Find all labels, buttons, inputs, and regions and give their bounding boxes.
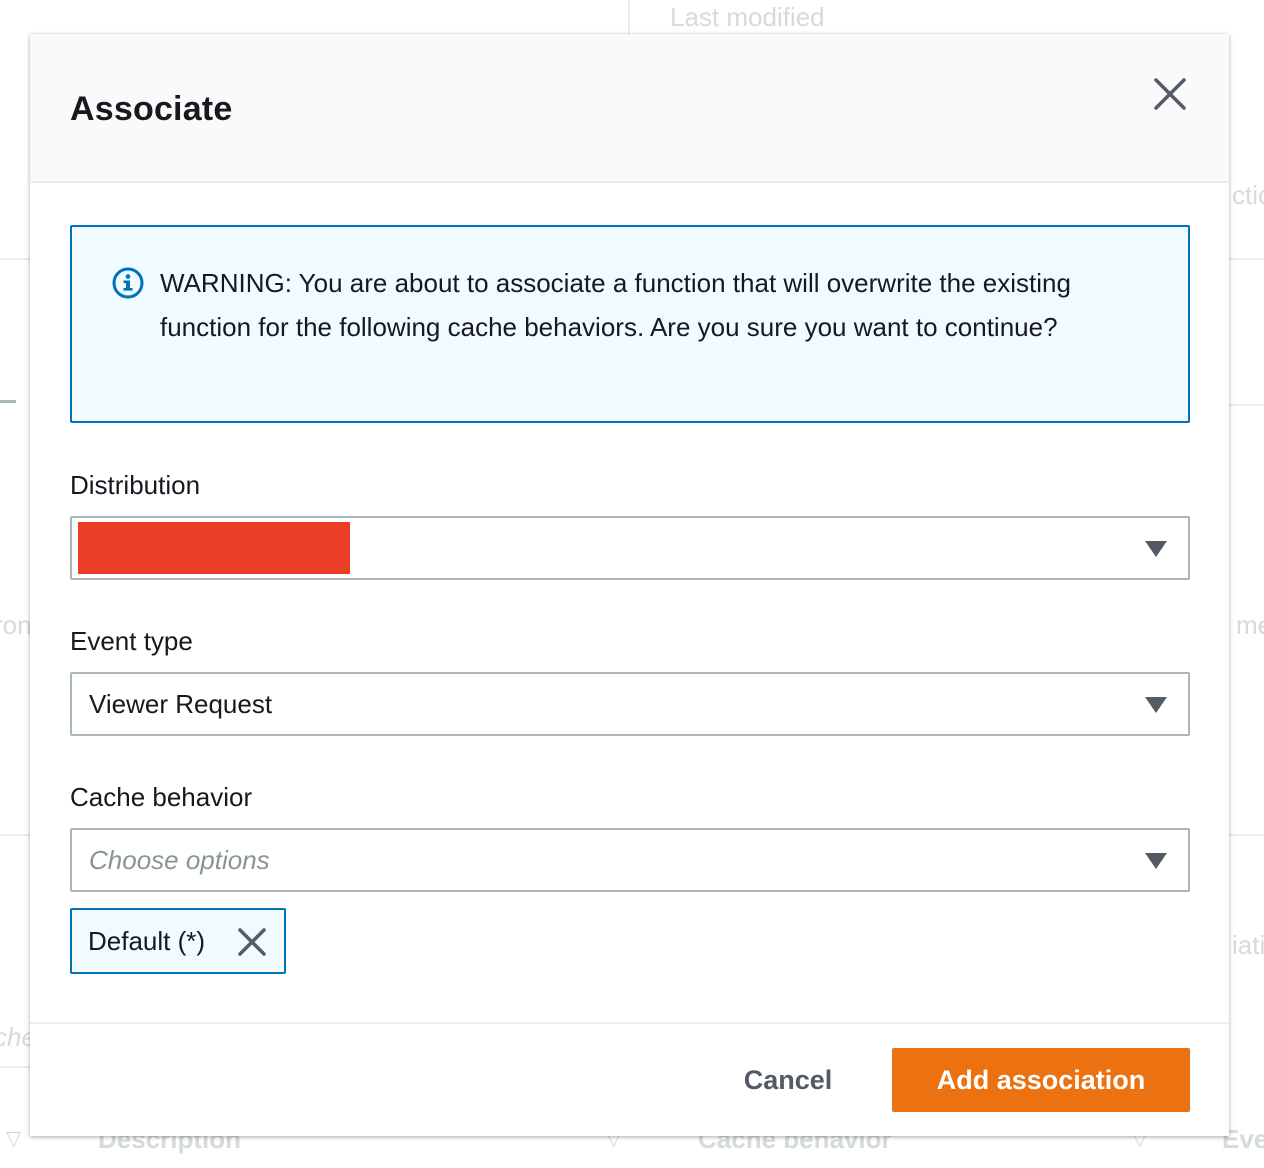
cache-behavior-label: Cache behavior [70,782,253,812]
background-divider [1229,404,1264,406]
warning-alert: WARNING: You are about to associate a fu… [70,225,1190,423]
cache-behavior-multiselect[interactable]: Choose options [70,828,1190,892]
cache-behavior-placeholder: Choose options [89,845,270,875]
event-type-select[interactable]: Viewer Request [70,672,1190,736]
modal-header: Associate [30,34,1229,183]
background-divider [0,834,30,836]
caret-down-icon [1145,853,1167,869]
alert-message: WARNING: You are about to associate a fu… [160,268,1071,342]
distribution-label: Distribution [70,470,201,500]
close-button[interactable] [1152,76,1188,112]
caret-down-icon [1145,697,1167,713]
event-type-value: Viewer Request [89,689,273,719]
event-type-label: Event type [70,626,193,656]
background-fragment: ron [0,610,32,640]
selected-token-default: Default (*) [70,908,286,974]
info-icon [112,267,144,299]
background-column-last-modified: Last modified [670,2,825,32]
close-icon [238,928,266,956]
associate-modal: Associate WARNING: You are about to asso… [30,34,1229,1136]
distribution-select[interactable] [70,516,1190,580]
background-divider [628,0,630,34]
cancel-button[interactable]: Cancel [718,1048,858,1112]
close-icon [1154,78,1186,110]
remove-token-button[interactable] [236,926,268,958]
background-divider [0,258,30,260]
background-fragment: ctio [1232,180,1264,210]
caret-down-icon [1145,541,1167,557]
modal-footer: Cancel Add association [30,1022,1229,1136]
background-fragment: iati [1232,930,1264,960]
modal-title: Associate [70,90,233,128]
background-tab-indicator [0,400,16,403]
add-association-button[interactable]: Add association [892,1048,1190,1112]
background-sort-icon: ▽ [6,1128,22,1150]
background-divider [1229,258,1264,260]
redacted-value [78,522,350,574]
background-divider [0,1066,30,1068]
background-divider [1229,834,1264,836]
token-label: Default (*) [88,926,206,956]
background-fragment: me [1236,610,1264,640]
